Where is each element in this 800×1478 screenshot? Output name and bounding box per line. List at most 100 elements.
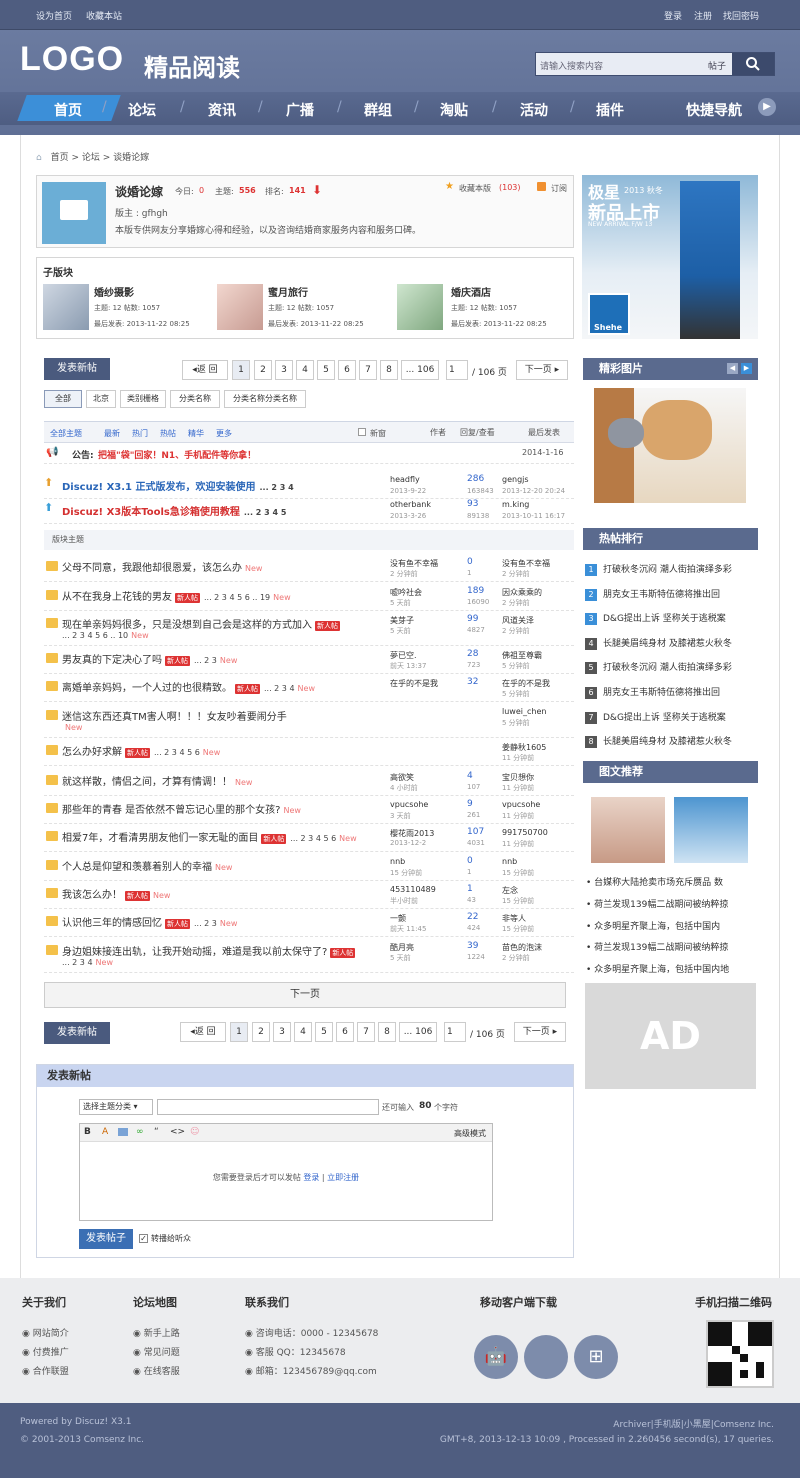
thread-last-poster[interactable]: 没有鱼不幸福 [502,558,550,569]
login-link[interactable]: 登录 [664,9,682,22]
tab-latest[interactable]: 最新 [104,428,120,439]
post-new-thread-button-bottom[interactable]: 发表新帖 [44,1022,110,1044]
thread-last-poster[interactable]: 在乎的不是我 [502,678,550,689]
thread-last-poster[interactable]: 风道关泽 [502,615,534,626]
nav-item-plugins[interactable]: 插件 [596,100,624,120]
thread-title-link[interactable]: 就这样散，情侣之间，才算有情调！！ New [62,773,252,788]
pager-last-page[interactable]: ... 106 [399,1022,437,1042]
footer-link[interactable]: ◉ 在线客服 [133,1364,180,1377]
thread-pages[interactable]: ... 2 3 4 5 6 .. 19 [204,593,270,602]
bold-icon[interactable]: B [84,1127,91,1137]
footer-link[interactable]: ◉ 付费推广 [22,1345,69,1358]
thread-title-link[interactable]: Discuz! X3.1 正式版发布，欢迎安装使用... 2 3 4 [62,478,294,493]
thread-last-poster[interactable]: vpucsohe [502,800,540,809]
tab-all-threads[interactable]: 全部主题 [50,428,82,439]
news-image-sky[interactable] [674,797,748,863]
nav-item-home[interactable]: 首页 [54,100,82,120]
post-new-thread-button[interactable]: 发表新帖 [44,358,110,380]
subboard-thumb-honeymoon[interactable] [217,284,263,330]
apple-icon[interactable] [524,1335,568,1379]
thread-title-link[interactable]: 个人总是仰望和羡慕着别人的幸福 New [62,858,232,873]
link-icon[interactable]: ∞ [136,1127,144,1137]
text-color-icon[interactable]: A [102,1127,108,1137]
pager-page[interactable]: 6 [338,360,356,380]
thread-title-link[interactable]: 父母不同意，我跟他却很恩爱，该怎么办 New [62,559,262,574]
pager-page-input[interactable]: 1 [446,360,468,380]
thread-author[interactable]: 没有鱼不幸福 [390,558,438,569]
thread-author[interactable]: otherbank [390,500,431,509]
thread-pages[interactable]: ... 2 3 [194,919,217,928]
hot-thread-title[interactable]: D&G提出上诉 坚称关于逃税案 [603,713,726,723]
thread-author[interactable]: 一颤 [390,913,406,924]
hot-thread-item[interactable]: 5 打破秋冬沉闷 潮人街拍演绎多彩 [585,660,757,675]
hot-thread-title[interactable]: 朋克女王韦斯特伍德将推出回 [603,590,720,600]
thread-last-poster[interactable]: gengjs [502,475,529,484]
smiley-icon[interactable]: ☺ [190,1127,199,1137]
nav-item-broadcast[interactable]: 广播 [286,100,314,120]
pager-page-input[interactable]: 1 [444,1022,466,1042]
filter-tab[interactable]: 类别栅格 [120,390,166,408]
pager-page[interactable]: 8 [378,1022,396,1042]
thread-author[interactable]: 夢已空. [390,650,417,661]
news-item[interactable]: • 荷兰发现139幅二战期间被纳粹掠 [586,940,728,953]
thread-author[interactable]: vpucsohe [390,800,428,809]
search-button[interactable] [732,53,774,75]
thread-pages[interactable]: ... 2 3 4 [62,958,93,967]
thread-last-poster[interactable]: 姜静秋1605 [502,742,546,753]
hot-thread-item[interactable]: 4 长腿美眉纯身材 及膝裙惹火秋冬 [585,636,757,650]
thread-author[interactable]: 高欲笑 [390,772,414,783]
favorite-link[interactable]: 收藏本站 [86,9,122,22]
thread-last-poster[interactable]: nnb [502,857,517,866]
hot-thread-item[interactable]: 7 D&G提出上诉 坚称关于逃税案 [585,710,757,724]
search-input[interactable]: 请输入搜索内容 [540,59,603,72]
filter-tab[interactable]: 分类名称分类名称 [224,390,306,408]
pager-page[interactable]: 3 [275,360,293,380]
tab-digest[interactable]: 精华 [188,428,204,439]
thread-pages[interactable]: ... 2 3 4 5 [244,508,287,517]
thread-last-poster[interactable]: 苗色的泡沫 [502,942,542,953]
pager-next-button[interactable]: 下一页 ▸ [514,1022,566,1042]
submit-post-button[interactable]: 发表帖子 [79,1229,133,1249]
subboard-thumb-hotel[interactable] [397,284,443,330]
pager-page[interactable]: 4 [294,1022,312,1042]
thread-title-link[interactable]: 身边姐妹接连出轨，让我开始动摇，难道是我以前太保守了? 新人帖 [62,943,356,958]
thread-author[interactable]: 酷月亮 [390,942,414,953]
filter-all[interactable]: 全部 [44,390,82,408]
search-type-select[interactable]: 帖子 [708,59,726,72]
thread-title-link[interactable]: 从不在我身上花钱的男友 新人帖... 2 3 4 5 6 .. 19 New [62,588,291,603]
nav-item-forum[interactable]: 论坛 [128,100,156,120]
pager-back-button[interactable]: ◂返 回 [182,360,228,380]
news-image-hands[interactable] [591,797,665,863]
nav-item-groups[interactable]: 群组 [364,100,392,120]
thread-title-link[interactable]: 现在单亲妈妈很多，只是没想到自己会是这样的方式加入 新人帖 [62,616,340,631]
news-item[interactable]: • 众多明星齐聚上海，包括中国内地 [586,962,729,975]
footer-link[interactable]: ◉ 合作联盟 [22,1364,69,1377]
hot-thread-item[interactable]: 2 朋克女王韦斯特伍德将推出回 [585,587,757,601]
pager-page[interactable]: 2 [252,1022,270,1042]
news-item[interactable]: • 众多明星齐聚上海，包括中国内 [586,919,720,932]
thread-last-poster[interactable]: 非等人 [502,913,526,924]
breadcrumb-home[interactable]: 首页 [51,153,69,163]
editor-register-link[interactable]: 立即注册 [327,1173,359,1182]
thread-title-link[interactable]: 我该怎么办！ 新人帖 New [62,886,170,901]
thread-author[interactable]: headfly [390,475,420,484]
thread-title-input[interactable] [157,1099,379,1115]
footer-link[interactable]: ◉ 常见问题 [133,1345,180,1358]
thread-last-poster[interactable]: 因众乘乘的 [502,587,542,598]
pager-page[interactable]: 1 [232,360,250,380]
set-home-link[interactable]: 设为首页 [36,9,72,22]
favorite-forum-button[interactable]: 收藏本版 [459,183,491,194]
thread-author[interactable]: 美芽子 [390,615,414,626]
register-link[interactable]: 注册 [694,9,712,22]
thread-author[interactable]: 在乎的不是我 [390,678,438,689]
thread-last-poster[interactable]: 佛祖至尊霸 [502,650,542,661]
pager-page[interactable]: 5 [315,1022,333,1042]
thread-pages[interactable]: ... 2 3 4 5 6 [154,748,200,757]
subboard-name[interactable]: 蜜月旅行 [268,284,308,299]
hot-thread-title[interactable]: D&G提出上诉 坚称关于逃税案 [603,614,726,624]
hot-thread-title[interactable]: 长腿美眉纯身材 及膝裙惹火秋冬 [603,639,732,649]
subscribe-button[interactable]: 订阅 [551,183,567,194]
hot-thread-item[interactable]: 1 打破秋冬沉闷 潮人街拍演绎多彩 [585,562,757,576]
pager-page[interactable]: 5 [317,360,335,380]
editor-login-link[interactable]: 登录 [303,1173,319,1182]
